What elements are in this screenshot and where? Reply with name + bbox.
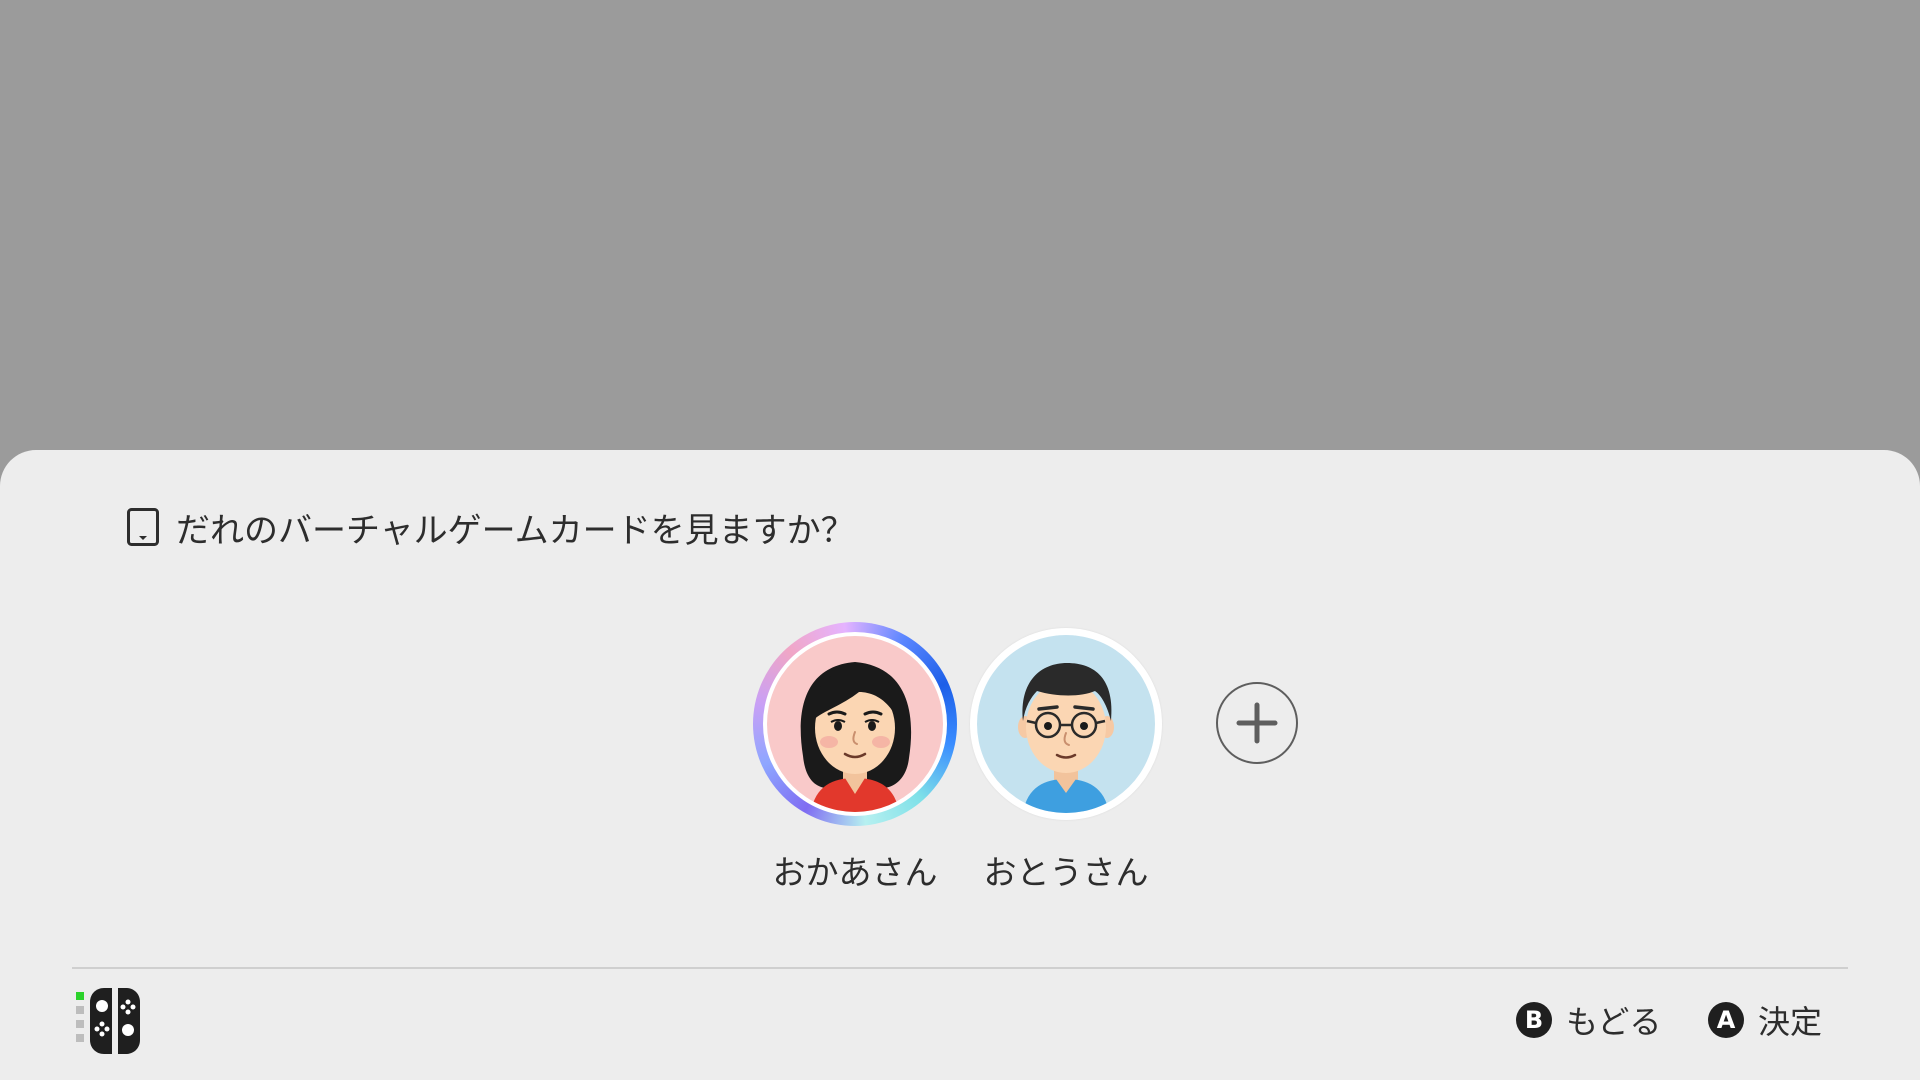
dialog-header: だれのバーチャルゲームカードを見ますか？ bbox=[126, 505, 855, 551]
add-user-button[interactable] bbox=[1216, 682, 1298, 764]
back-label: もどる bbox=[1566, 1003, 1662, 1041]
mii-avatar-mother bbox=[767, 636, 943, 812]
game-card-icon bbox=[127, 508, 159, 546]
joycon-pair-icon bbox=[76, 988, 140, 1054]
b-button-icon: B bbox=[1516, 1002, 1552, 1038]
a-button-icon: A bbox=[1708, 1002, 1744, 1038]
user-name-label: おかあさん bbox=[772, 853, 938, 892]
footer-divider bbox=[72, 967, 1848, 969]
plus-icon bbox=[1236, 702, 1278, 744]
controller-status[interactable] bbox=[74, 986, 166, 1056]
user-name-label: おとうさん bbox=[983, 853, 1149, 892]
confirm-hint[interactable]: A 決定 bbox=[1708, 996, 1822, 1044]
mii-avatar-father bbox=[977, 635, 1155, 813]
confirm-label: 決定 bbox=[1758, 1003, 1823, 1041]
dialog-prompt: だれのバーチャルゲームカードを見ますか？ bbox=[176, 510, 855, 551]
back-hint[interactable]: B もどる bbox=[1516, 996, 1661, 1044]
